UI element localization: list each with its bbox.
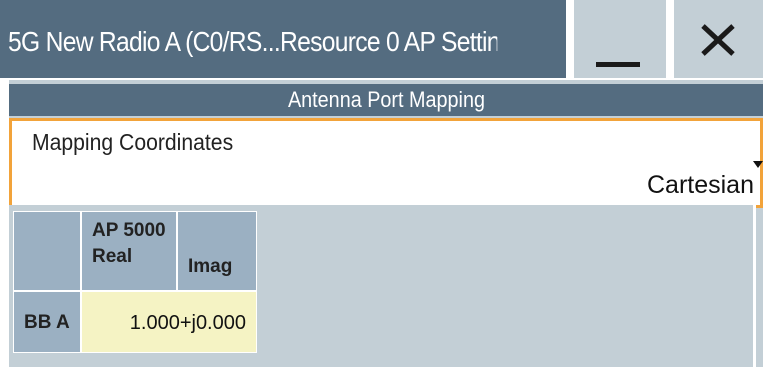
title-bar: 5G New Radio A (C0/RS...Resource 0 AP Se…	[0, 0, 763, 78]
mapping-table: AP 5000 Real Imag BB A 1.000+j0.000	[9, 205, 756, 367]
minimize-icon	[596, 62, 640, 67]
column-label-real: Real	[92, 246, 133, 267]
table-corner-cell	[13, 211, 81, 291]
minimize-button[interactable]	[574, 0, 666, 78]
window-title: 5G New Radio A (C0/RS...Resource 0 AP Se…	[8, 26, 498, 57]
column-label-imag: Imag	[188, 256, 233, 277]
mapping-coordinates-label: Mapping Coordinates	[32, 129, 234, 155]
column-group-label: AP 5000	[92, 220, 166, 241]
mapping-value-cell[interactable]: 1.000+j0.000	[81, 291, 257, 353]
ap-settings-window: 5G New Radio A (C0/RS...Resource 0 AP Se…	[0, 0, 763, 367]
content-edge	[0, 80, 9, 367]
column-header-real: AP 5000 Real	[81, 211, 177, 291]
column-header-imag: Imag	[177, 211, 257, 291]
section-title: Antenna Port Mapping	[287, 87, 485, 112]
mapping-coordinates-value: Cartesian	[647, 171, 754, 199]
dropdown-arrow-icon	[753, 161, 763, 168]
row-header-bb-a: BB A	[13, 291, 81, 353]
close-button[interactable]	[674, 0, 763, 78]
section-header: Antenna Port Mapping	[9, 84, 763, 116]
close-icon	[701, 24, 735, 56]
mapping-coordinates-select[interactable]: Mapping Coordinates Cartesian	[9, 118, 763, 208]
title-area[interactable]: 5G New Radio A (C0/RS...Resource 0 AP Se…	[0, 0, 566, 78]
title-separator	[566, 0, 574, 78]
